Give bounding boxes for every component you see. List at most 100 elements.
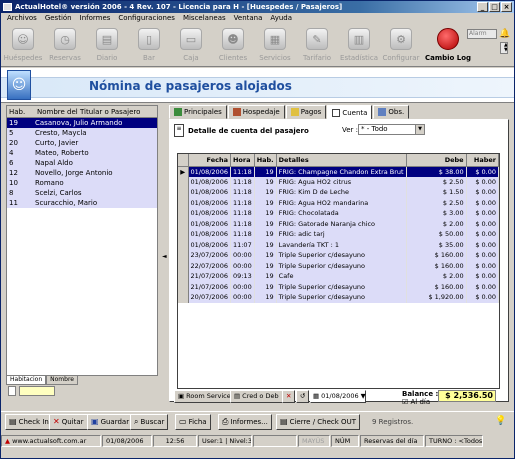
ver-select[interactable]: * - Todo ▼ bbox=[358, 124, 425, 135]
panel-splitter[interactable]: ◄ bbox=[161, 105, 168, 405]
toolbar-configurar[interactable]: ⚙ Configurar bbox=[380, 24, 422, 67]
hint-bulb-icon[interactable]: 💡 bbox=[495, 416, 506, 426]
tab-hospedaje[interactable]: Hospedaje bbox=[227, 105, 285, 119]
delete-entry-button[interactable]: ✕ bbox=[282, 390, 296, 403]
cell-hab: 19 bbox=[254, 176, 277, 187]
account-panel: ≡ Detalle de cuenta del pasajero Ver : *… bbox=[169, 119, 509, 406]
menu-gestion[interactable]: Gestión bbox=[41, 13, 76, 24]
guest-row[interactable]: 4 Mateo, Roberto bbox=[7, 148, 157, 158]
account-row[interactable]: 21/07/2006 09:13 19 Cafe $ 2.00 $ 0.00 bbox=[178, 271, 499, 282]
account-row[interactable]: 01/08/2006 11:18 19 FRIG: Gatorade Naranja … bbox=[178, 218, 499, 229]
guest-row[interactable]: 5 Cresto, Maycla bbox=[7, 128, 157, 138]
col-hab[interactable]: Hab. bbox=[7, 106, 35, 117]
guest-row[interactable]: 8 Scelzi, Carlos bbox=[7, 188, 157, 198]
col-hab[interactable]: Hab. bbox=[254, 154, 277, 167]
guardar-button[interactable]: ▣ Guardar bbox=[87, 414, 134, 430]
account-row[interactable]: 01/08/2006 11:18 19 FRIG: Agua HO2 citrus $ … bbox=[178, 176, 499, 187]
status-num: NÚM bbox=[331, 435, 359, 447]
toolbar-estadistica[interactable]: ▥ Estadística bbox=[338, 24, 380, 67]
tab-cuenta[interactable]: Cuenta bbox=[327, 105, 373, 120]
guest-row[interactable]: 10 Romano bbox=[7, 178, 157, 188]
buscar-button[interactable]: ⌕ Buscar bbox=[130, 414, 169, 430]
tab-obs[interactable]: Obs. bbox=[373, 105, 410, 119]
room-service-button[interactable]: ▣ Room Service bbox=[174, 390, 235, 403]
search-toggle[interactable] bbox=[8, 386, 16, 396]
toolbar-clientes[interactable]: ☻ Clientes bbox=[212, 24, 254, 67]
menu-miscelaneas[interactable]: Miscelaneas bbox=[179, 13, 230, 24]
cell-haber: $ 0.00 bbox=[466, 292, 499, 303]
col-name[interactable]: Nombre del Titular o Pasajero bbox=[35, 106, 140, 117]
checkbox-icon: ☑ bbox=[402, 398, 409, 406]
toolbar-tarifario[interactable]: ✎ Tarifario bbox=[296, 24, 338, 67]
account-row[interactable]: 01/08/2006 11:07 19 Lavandería TKT : 1 $ 35.… bbox=[178, 239, 499, 250]
alarm-field[interactable]: Alarm bbox=[467, 29, 497, 39]
record-count: 9 Registros. bbox=[372, 418, 414, 426]
toolbar-servicios[interactable]: ▦ Servicios bbox=[254, 24, 296, 67]
ficha-button[interactable]: ▭ Ficha bbox=[175, 414, 211, 430]
close-button[interactable]: × bbox=[501, 2, 512, 12]
cell-debe: $ 38.00 bbox=[406, 166, 467, 177]
cell-hab: 19 bbox=[254, 271, 277, 282]
guest-row[interactable]: 11 Scuracchio, Mario bbox=[7, 198, 157, 208]
toolbar-caja[interactable]: ▭ Caja bbox=[170, 24, 212, 67]
account-row[interactable]: 23/07/2006 00:00 19 Triple Superior c/desay… bbox=[178, 250, 499, 261]
guest-row[interactable]: 20 Curto, Javier bbox=[7, 138, 157, 148]
tab-pagos[interactable]: Pagos bbox=[285, 105, 327, 119]
status-time: 12:56 bbox=[153, 435, 197, 447]
informes-button[interactable]: ⎙ Informes... bbox=[218, 414, 272, 430]
toolbar: ☺ Huéspedes ◷ Reservas ▤ Diario ▯ Bar ▭ Caja … bbox=[1, 24, 514, 67]
toolbar-reservas[interactable]: ◷ Reservas bbox=[44, 24, 86, 67]
col-debe[interactable]: Debe bbox=[406, 154, 467, 167]
minimize-button[interactable]: _ bbox=[477, 2, 488, 12]
tab-nombre[interactable]: Nombre bbox=[46, 376, 78, 385]
cell-detalles: FRIG: adic tarj bbox=[276, 229, 407, 240]
cell-hora: 00:00 bbox=[230, 281, 255, 292]
credit-debit-button[interactable]: ▤ Cred o Deb bbox=[230, 390, 283, 403]
al-dia-checkbox[interactable]: ☑ Al día bbox=[402, 398, 438, 406]
maximize-button[interactable]: □ bbox=[489, 2, 500, 12]
alarm-spinner[interactable]: ▲ ▼ bbox=[500, 42, 508, 54]
col-detalles[interactable]: Detalles bbox=[276, 154, 407, 167]
col-fecha[interactable]: Fecha bbox=[188, 154, 231, 167]
col-hora[interactable]: Hora bbox=[230, 154, 255, 167]
check-in-button[interactable]: ▤ Check In bbox=[5, 414, 53, 430]
menu-ventana[interactable]: Ventana bbox=[230, 13, 267, 24]
account-row[interactable]: 20/07/2006 00:00 19 Triple Superior c/desay… bbox=[178, 292, 499, 303]
account-row[interactable]: 22/07/2006 00:00 19 Triple Superior c/desay… bbox=[178, 260, 499, 271]
guest-row[interactable]: 19 Casanova, Julio Armando bbox=[7, 118, 157, 128]
tab-principales[interactable]: Principales bbox=[169, 105, 227, 119]
check-out-button[interactable]: ▤ Cierre / Check OUT bbox=[276, 414, 360, 430]
account-row[interactable]: 21/07/2006 00:00 19 Triple Superior c/desay… bbox=[178, 281, 499, 292]
toolbar-bar[interactable]: ▯ Bar bbox=[128, 24, 170, 67]
tab-habitacion[interactable]: Habitacion bbox=[6, 376, 47, 385]
menu-configuraciones[interactable]: Configuraciones bbox=[114, 13, 179, 24]
quitar-button[interactable]: ✕ Quitar bbox=[49, 414, 88, 430]
undo-button[interactable]: ↺ bbox=[296, 390, 310, 403]
remove-icon: ✕ bbox=[53, 417, 60, 426]
toolbar-huespedes[interactable]: ☺ Huéspedes bbox=[2, 24, 44, 67]
cell-hora: 09:13 bbox=[230, 271, 255, 282]
alarm-box: Alarm 🔔 ▲ ▼ bbox=[467, 29, 511, 59]
cell-debe: $ 2.00 bbox=[406, 271, 467, 282]
account-row[interactable]: 01/08/2006 11:18 19 FRIG: Agua HO2 mandarin… bbox=[178, 197, 499, 208]
cell-hora: 00:00 bbox=[230, 260, 255, 271]
cell-fecha: 22/07/2006 bbox=[188, 260, 231, 271]
account-row[interactable]: 01/08/2006 11:18 19 FRIG: Kim D de Leche $ 1… bbox=[178, 187, 499, 198]
clients-icon: ☻ bbox=[222, 28, 244, 50]
account-row[interactable]: ▶ 01/08/2006 11:18 19 FRIG: Champagne Chando… bbox=[178, 166, 499, 177]
date-picker[interactable]: ▦ 01/08/2006 ▼ bbox=[310, 390, 366, 403]
cell-haber: $ 0.00 bbox=[466, 271, 499, 282]
guest-search-input[interactable] bbox=[19, 386, 55, 396]
toolbar-diario[interactable]: ▤ Diario bbox=[86, 24, 128, 67]
guest-row[interactable]: 12 Novello, Jorge Antonio bbox=[7, 168, 157, 178]
menu-informes[interactable]: Informes bbox=[76, 13, 115, 24]
account-row[interactable]: 01/08/2006 11:18 19 FRIG: Chocolatada $ 3.00… bbox=[178, 208, 499, 219]
guest-row[interactable]: 6 Napal Aldo bbox=[7, 158, 157, 168]
bell-icon: 🔔 bbox=[499, 29, 511, 39]
cell-fecha: 01/08/2006 bbox=[188, 218, 231, 229]
menu-ayuda[interactable]: Ayuda bbox=[266, 13, 296, 24]
col-haber[interactable]: Haber bbox=[466, 154, 499, 167]
account-row[interactable]: 01/08/2006 11:18 19 FRIG: adic tarj $ 50.00 $… bbox=[178, 229, 499, 240]
window-controls: _ □ × bbox=[477, 2, 512, 12]
menu-archivos[interactable]: Archivos bbox=[3, 13, 41, 24]
